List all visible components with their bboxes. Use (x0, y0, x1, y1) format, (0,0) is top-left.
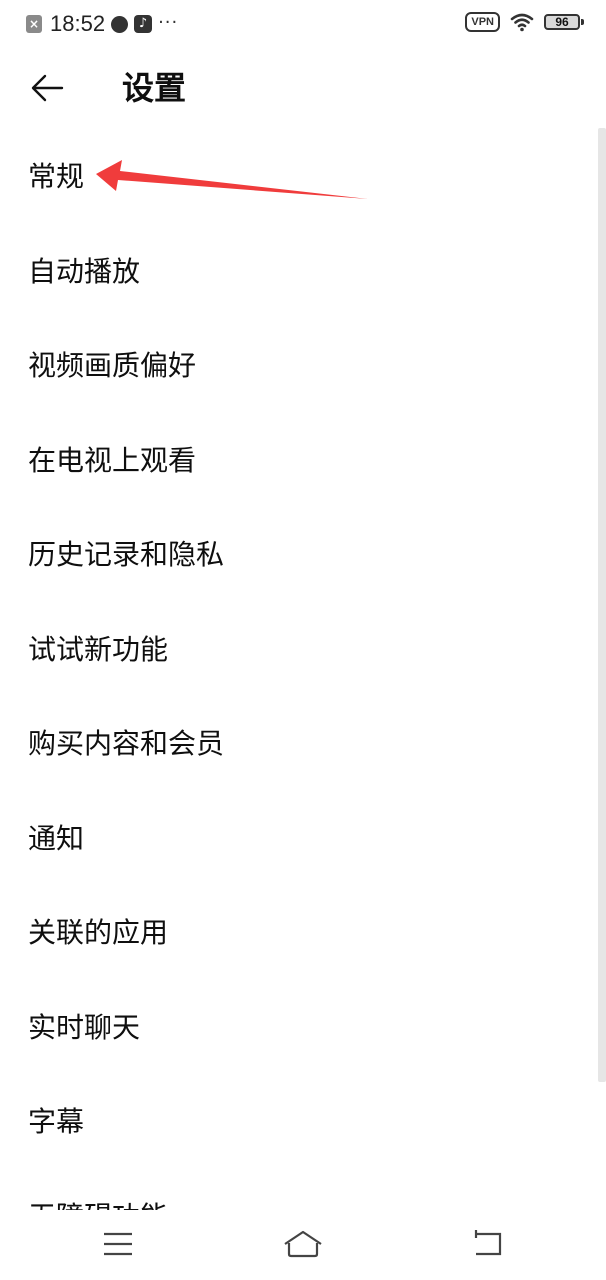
vpn-badge: VPN (465, 12, 500, 32)
settings-item-label: 关联的应用 (28, 916, 169, 950)
scrollbar[interactable] (598, 128, 606, 1082)
system-nav-bar (0, 1210, 606, 1280)
settings-item-live-chat[interactable]: 实时聊天 (0, 979, 598, 1074)
settings-item-label: 通知 (28, 821, 85, 855)
settings-item-label: 常规 (28, 160, 85, 194)
settings-item-autoplay[interactable]: 自动播放 (0, 223, 598, 318)
home-button[interactable] (281, 1226, 325, 1262)
status-bar-right: VPN 96 (465, 12, 584, 32)
system-back-button[interactable] (466, 1226, 510, 1262)
settings-item-label: 自动播放 (28, 254, 141, 288)
clock: 18:52 (50, 11, 106, 36)
settings-item-label: 视频画质偏好 (28, 349, 197, 383)
settings-item-label: 历史记录和隐私 (28, 538, 225, 572)
menu-button[interactable] (96, 1226, 140, 1262)
page-title: 设置 (122, 69, 187, 107)
back-icon (474, 1230, 502, 1256)
wifi-icon (510, 13, 534, 32)
menu-icon (104, 1232, 132, 1256)
settings-item-connected-apps[interactable]: 关联的应用 (0, 884, 598, 979)
back-button[interactable] (26, 68, 70, 108)
battery-icon: 96 (544, 14, 584, 30)
settings-item-label: 字幕 (28, 1105, 85, 1139)
settings-list[interactable]: 常规 自动播放 视频画质偏好 在电视上观看 历史记录和隐私 试试新功能 购买内容… (0, 128, 598, 1210)
tiktok-icon: ♪ (134, 15, 153, 33)
settings-item-label: 无障碍功能 (28, 1195, 168, 1210)
more-notifications-icon: ··· (158, 11, 179, 33)
home-icon (284, 1230, 322, 1258)
battery-level: 96 (555, 15, 569, 29)
app-header: 设置 (0, 56, 606, 122)
settings-item-notifications[interactable]: 通知 (0, 790, 598, 885)
settings-item-purchases-memberships[interactable]: 购买内容和会员 (0, 695, 598, 790)
settings-item-label: 试试新功能 (28, 632, 169, 666)
settings-item-video-quality[interactable]: 视频画质偏好 (0, 317, 598, 412)
close-box-icon: × (26, 15, 42, 33)
settings-item-general[interactable]: 常规 (0, 128, 598, 223)
settings-item-captions[interactable]: 字幕 (0, 1073, 598, 1168)
settings-item-accessibility[interactable]: 无障碍功能 (0, 1168, 598, 1210)
settings-item-label: 实时聊天 (28, 1010, 141, 1044)
arrow-left-icon (31, 74, 64, 102)
settings-item-history-privacy[interactable]: 历史记录和隐私 (0, 506, 598, 601)
settings-item-watch-on-tv[interactable]: 在电视上观看 (0, 412, 598, 507)
planet-icon (111, 15, 129, 33)
status-bar-left: × 18:52 ♪ ··· (26, 11, 178, 37)
settings-item-label: 购买内容和会员 (28, 727, 225, 761)
settings-item-new-features[interactable]: 试试新功能 (0, 601, 598, 696)
status-bar: × 18:52 ♪ ··· VPN 96 (0, 0, 606, 48)
settings-item-label: 在电视上观看 (28, 443, 197, 477)
